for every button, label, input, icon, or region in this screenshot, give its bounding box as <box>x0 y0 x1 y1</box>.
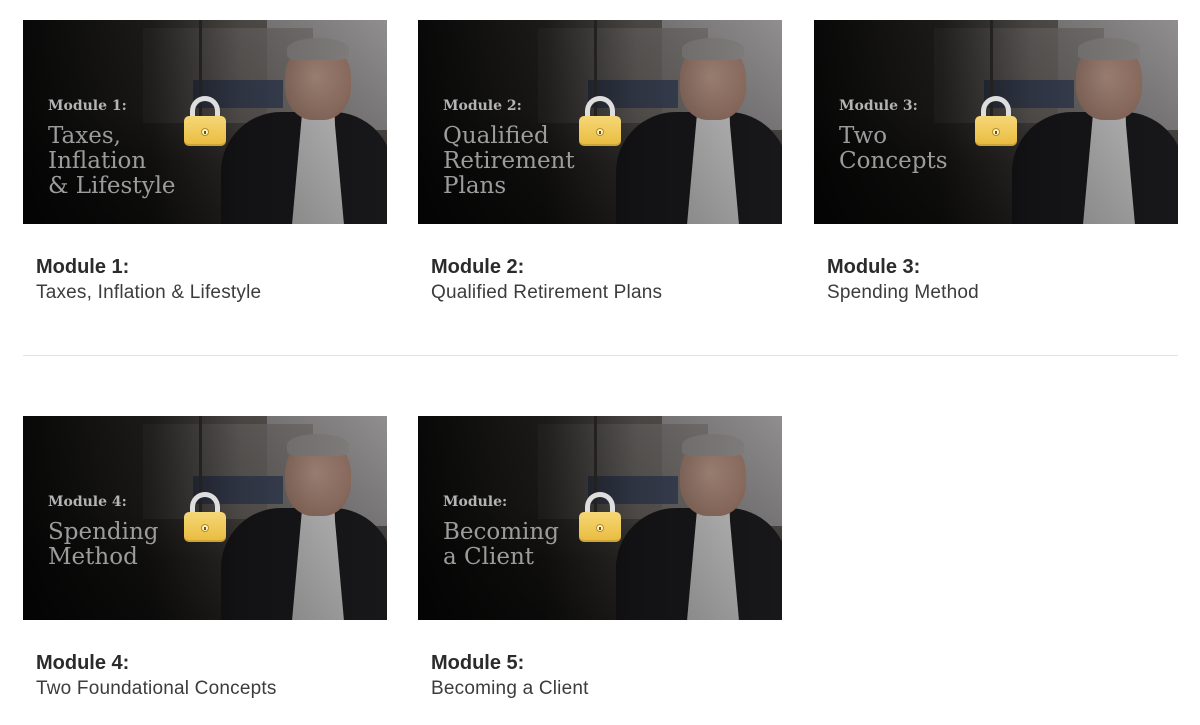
thumbnail-module-title: Spending Method <box>48 519 159 570</box>
module-card-3[interactable]: Module 3: Two Concepts Module 3: Spendin… <box>814 20 1178 306</box>
module-card-5[interactable]: Module: Becoming a Client Module 5: Beco… <box>418 416 782 702</box>
padlock-icon <box>975 96 1017 148</box>
module-card-2[interactable]: Module 2: Qualified Retirement Plans Mod… <box>418 20 782 306</box>
padlock-body <box>184 116 226 146</box>
module-title[interactable]: Becoming a Client <box>431 676 782 702</box>
padlock-keyhole <box>596 524 604 532</box>
thumbnail-module-title: Becoming a Client <box>443 519 559 570</box>
module-card-4[interactable]: Module 4: Spending Method Module 4: Two … <box>23 416 387 702</box>
padlock-body <box>579 116 621 146</box>
padlock-icon <box>579 96 621 148</box>
module-caption-1: Module 1: Taxes, Inflation & Lifestyle <box>23 224 387 306</box>
module-grid: Module 1: Taxes, Inflation & Lifestyle M… <box>0 0 1200 725</box>
padlock-keyhole <box>201 524 209 532</box>
module-caption-2: Module 2: Qualified Retirement Plans <box>418 224 782 306</box>
padlock-icon <box>579 492 621 544</box>
thumbnail-module-label: Module 1: <box>48 98 127 114</box>
module-thumbnail-1[interactable]: Module 1: Taxes, Inflation & Lifestyle <box>23 20 387 224</box>
module-thumbnail-2[interactable]: Module 2: Qualified Retirement Plans <box>418 20 782 224</box>
module-number: Module 3: <box>827 256 921 278</box>
thumbnail-module-label: Module 2: <box>443 98 522 114</box>
module-title[interactable]: Spending Method <box>827 280 1178 306</box>
module-caption-3: Module 3: Spending Method <box>814 224 1178 306</box>
thumbnail-module-label: Module 4: <box>48 494 127 510</box>
module-number: Module 2: <box>431 256 525 278</box>
padlock-body <box>184 512 226 542</box>
module-caption-5: Module 5: Becoming a Client <box>418 620 782 702</box>
thumbnail-module-label: Module 3: <box>839 98 918 114</box>
row-divider <box>23 355 1178 356</box>
module-thumbnail-3[interactable]: Module 3: Two Concepts <box>814 20 1178 224</box>
thumbnail-module-title: Two Concepts <box>839 123 948 174</box>
module-caption-4: Module 4: Two Foundational Concepts <box>23 620 387 702</box>
padlock-body <box>975 116 1017 146</box>
module-number: Module 1: <box>36 256 130 278</box>
padlock-keyhole <box>992 128 1000 136</box>
padlock-icon <box>184 492 226 544</box>
module-card-1[interactable]: Module 1: Taxes, Inflation & Lifestyle M… <box>23 20 387 306</box>
module-thumbnail-5[interactable]: Module: Becoming a Client <box>418 416 782 620</box>
module-number: Module 5: <box>431 652 525 674</box>
module-number: Module 4: <box>36 652 130 674</box>
thumbnail-module-title: Taxes, Inflation & Lifestyle <box>48 123 176 199</box>
padlock-body <box>579 512 621 542</box>
module-title[interactable]: Taxes, Inflation & Lifestyle <box>36 280 387 306</box>
thumbnail-module-title: Qualified Retirement Plans <box>443 123 575 199</box>
module-title[interactable]: Qualified Retirement Plans <box>431 280 782 306</box>
module-title[interactable]: Two Foundational Concepts <box>36 676 387 702</box>
padlock-icon <box>184 96 226 148</box>
padlock-keyhole <box>596 128 604 136</box>
padlock-keyhole <box>201 128 209 136</box>
thumbnail-module-label: Module: <box>443 494 508 510</box>
module-thumbnail-4[interactable]: Module 4: Spending Method <box>23 416 387 620</box>
